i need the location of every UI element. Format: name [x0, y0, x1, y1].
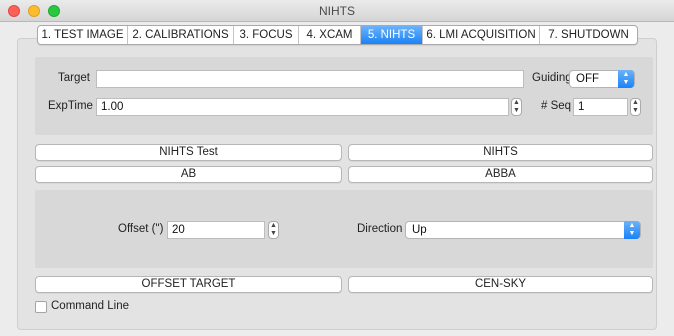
tab-test-image[interactable]: 1. TEST IMAGE: [38, 26, 128, 44]
tab-xcam[interactable]: 4. XCAM: [299, 26, 361, 44]
command-line-label: Command Line: [51, 300, 129, 312]
exptime-label: ExpTime: [48, 100, 93, 112]
exptime-stepper[interactable]: ▲ ▼: [511, 98, 522, 116]
chevron-updown-icon: ▲ ▼: [618, 70, 634, 88]
target-label: Target: [58, 72, 90, 84]
title-bar: NIHTS: [0, 0, 674, 22]
tab-focus[interactable]: 3. FOCUS: [234, 26, 299, 44]
cen-sky-button[interactable]: CEN-SKY: [348, 276, 653, 293]
direction-value: Up: [412, 224, 427, 236]
seq-label: # Seq: [541, 100, 572, 112]
command-line-checkbox[interactable]: [35, 301, 47, 313]
chevron-updown-icon: ▲ ▼: [624, 221, 640, 239]
direction-label: Direction: [357, 223, 403, 235]
offset-label: Offset ("): [118, 223, 164, 235]
guiding-label: Guiding: [532, 72, 572, 84]
ab-button[interactable]: AB: [35, 166, 342, 183]
tab-nihts[interactable]: 5. NIHTS: [361, 26, 423, 44]
tab-calibrations[interactable]: 2. CALIBRATIONS: [128, 26, 234, 44]
offset-panel: Offset (") 20 ▲ ▼ Direction Up ▲ ▼: [35, 190, 653, 268]
tab-lmi-acquisition[interactable]: 6. LMI ACQUISITION: [423, 26, 540, 44]
tab-shutdown[interactable]: 7. SHUTDOWN: [540, 26, 637, 44]
nihts-test-button[interactable]: NIHTS Test: [35, 144, 342, 161]
target-panel: Target Guiding OFF ▲ ▼ ExpTime 1.00 ▲ ▼ # …: [35, 57, 653, 135]
offset-input[interactable]: 20: [167, 221, 265, 239]
offset-stepper[interactable]: ▲ ▼: [268, 221, 279, 239]
seq-input[interactable]: 1: [573, 98, 628, 116]
nihts-button[interactable]: NIHTS: [348, 144, 653, 161]
exptime-input[interactable]: 1.00: [96, 98, 509, 116]
abba-button[interactable]: ABBA: [348, 166, 653, 183]
target-input[interactable]: [96, 70, 524, 88]
tab-bar: 1. TEST IMAGE 2. CALIBRATIONS 3. FOCUS 4…: [37, 25, 638, 45]
window-title: NIHTS: [319, 4, 355, 18]
guiding-value: OFF: [576, 73, 599, 85]
direction-select[interactable]: Up ▲ ▼: [405, 221, 641, 239]
offset-target-button[interactable]: OFFSET TARGET: [35, 276, 342, 293]
seq-stepper[interactable]: ▲ ▼: [630, 98, 641, 116]
guiding-select[interactable]: OFF ▲ ▼: [569, 70, 635, 88]
